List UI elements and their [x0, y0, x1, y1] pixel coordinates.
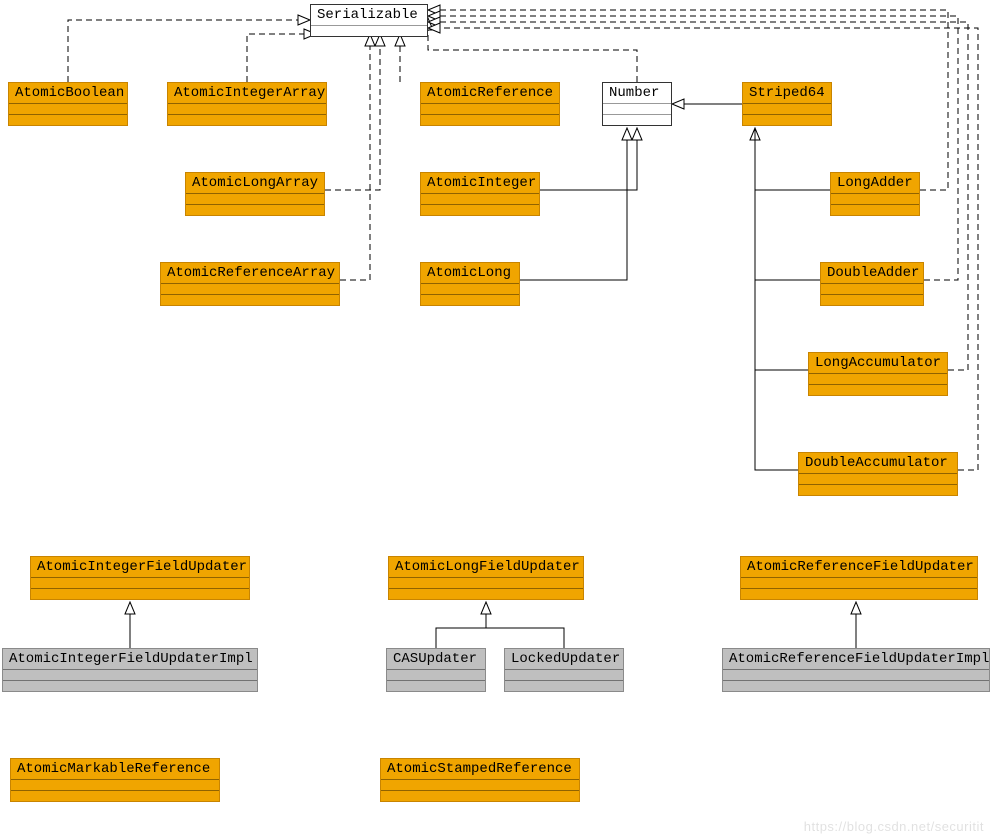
edges-layer [0, 0, 992, 840]
class-compartment [421, 284, 519, 295]
class-atomicboolean: AtomicBoolean [8, 82, 128, 126]
class-lockedupdater: LockedUpdater [504, 648, 624, 692]
class-compartment [421, 104, 559, 115]
class-longaccumulator: LongAccumulator [808, 352, 948, 396]
class-title: LongAccumulator [809, 353, 947, 374]
class-title: AtomicBoolean [9, 83, 127, 104]
class-atomicreferencefieldupdaterimpl: AtomicReferenceFieldUpdaterImpl [722, 648, 990, 692]
class-title: AtomicReferenceFieldUpdater [741, 557, 977, 578]
class-compartment [603, 115, 671, 125]
class-compartment [603, 104, 671, 115]
class-serializable: Serializable [310, 4, 428, 37]
class-compartment [723, 670, 989, 681]
class-compartment [31, 578, 249, 589]
class-compartment [743, 104, 831, 115]
class-number: Number [602, 82, 672, 126]
class-compartment [9, 104, 127, 115]
class-compartment [389, 589, 583, 599]
class-longadder: LongAdder [830, 172, 920, 216]
class-title: DoubleAccumulator [799, 453, 957, 474]
class-title: AtomicLong [421, 263, 519, 284]
class-compartment [381, 780, 579, 791]
uml-canvas: Serializable AtomicBoolean AtomicInteger… [0, 0, 992, 840]
class-title: AtomicInteger [421, 173, 539, 194]
class-compartment [741, 578, 977, 589]
class-title: AtomicMarkableReference [11, 759, 219, 780]
class-compartment [186, 205, 324, 215]
watermark: https://blog.csdn.net/securitit [804, 819, 984, 834]
class-compartment [831, 205, 919, 215]
class-compartment [311, 26, 427, 36]
class-compartment [821, 295, 923, 305]
class-title: AtomicReferenceArray [161, 263, 339, 284]
class-atomicstampedreference: AtomicStampedReference [380, 758, 580, 802]
class-compartment [421, 115, 559, 125]
class-atomicintegerfieldupdater: AtomicIntegerFieldUpdater [30, 556, 250, 600]
class-title: Serializable [311, 5, 427, 26]
class-title: Striped64 [743, 83, 831, 104]
class-atomicreferencearray: AtomicReferenceArray [160, 262, 340, 306]
class-compartment [3, 681, 257, 691]
class-compartment [168, 104, 326, 115]
class-compartment [161, 295, 339, 305]
class-atomiclong: AtomicLong [420, 262, 520, 306]
class-compartment [799, 474, 957, 485]
class-compartment [809, 385, 947, 395]
class-atomiclongarray: AtomicLongArray [185, 172, 325, 216]
class-title: AtomicIntegerArray [168, 83, 326, 104]
class-title: AtomicReference [421, 83, 559, 104]
class-doubleadder: DoubleAdder [820, 262, 924, 306]
class-doubleaccumulator: DoubleAccumulator [798, 452, 958, 496]
class-title: AtomicIntegerFieldUpdater [31, 557, 249, 578]
class-title: CASUpdater [387, 649, 485, 670]
class-compartment [186, 194, 324, 205]
class-atomicmarkablereference: AtomicMarkableReference [10, 758, 220, 802]
class-atomicreference: AtomicReference [420, 82, 560, 126]
class-title: AtomicLongFieldUpdater [389, 557, 583, 578]
class-atomicinteger: AtomicInteger [420, 172, 540, 216]
class-compartment [821, 284, 923, 295]
class-title: AtomicStampedReference [381, 759, 579, 780]
class-atomiclongfieldupdater: AtomicLongFieldUpdater [388, 556, 584, 600]
class-compartment [421, 205, 539, 215]
class-striped64: Striped64 [742, 82, 832, 126]
class-compartment [387, 670, 485, 681]
class-title: AtomicLongArray [186, 173, 324, 194]
class-compartment [11, 780, 219, 791]
class-compartment [505, 681, 623, 691]
class-compartment [381, 791, 579, 801]
class-compartment [421, 295, 519, 305]
class-title: AtomicReferenceFieldUpdaterImpl [723, 649, 989, 670]
class-compartment [9, 115, 127, 125]
class-compartment [31, 589, 249, 599]
class-title: LockedUpdater [505, 649, 623, 670]
class-atomicintegerarray: AtomicIntegerArray [167, 82, 327, 126]
class-compartment [723, 681, 989, 691]
class-title: AtomicIntegerFieldUpdaterImpl [3, 649, 257, 670]
class-title: DoubleAdder [821, 263, 923, 284]
class-compartment [505, 670, 623, 681]
class-compartment [11, 791, 219, 801]
class-compartment [741, 589, 977, 599]
class-compartment [743, 115, 831, 125]
class-title: LongAdder [831, 173, 919, 194]
class-compartment [168, 115, 326, 125]
class-title: Number [603, 83, 671, 104]
class-casupdater: CASUpdater [386, 648, 486, 692]
class-compartment [831, 194, 919, 205]
class-atomicintegerfieldupdaterimpl: AtomicIntegerFieldUpdaterImpl [2, 648, 258, 692]
class-atomicreferencefieldupdater: AtomicReferenceFieldUpdater [740, 556, 978, 600]
class-compartment [161, 284, 339, 295]
class-compartment [799, 485, 957, 495]
class-compartment [3, 670, 257, 681]
class-compartment [809, 374, 947, 385]
class-compartment [421, 194, 539, 205]
class-compartment [389, 578, 583, 589]
class-compartment [387, 681, 485, 691]
